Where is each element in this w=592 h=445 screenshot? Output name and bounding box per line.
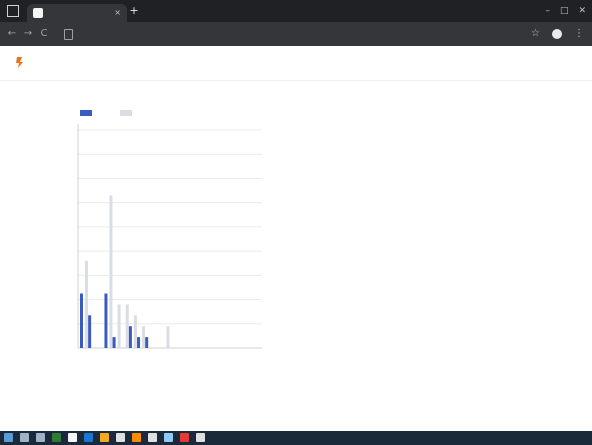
browser-tab[interactable]: ×	[27, 4, 127, 22]
search-icon[interactable]	[20, 433, 29, 442]
app-icon-3[interactable]	[84, 433, 93, 442]
window-controls: – □ ✕	[545, 4, 586, 18]
start-icon[interactable]	[4, 433, 13, 442]
app-icon-4[interactable]	[100, 433, 109, 442]
profile-avatar[interactable]	[552, 29, 562, 39]
app-logo-icon	[16, 57, 23, 68]
app-icon-1[interactable]	[52, 433, 61, 442]
browser-titlebar: × + – □ ✕	[0, 0, 592, 22]
app-brand[interactable]	[32, 57, 112, 69]
toolbar-actions: ☆ ⋮	[531, 27, 584, 41]
tab-favicon-icon	[33, 8, 43, 18]
header-right-link[interactable]	[526, 57, 586, 69]
maximize-button[interactable]: □	[560, 4, 569, 18]
app-icon-2[interactable]	[68, 433, 77, 442]
bar	[85, 260, 88, 348]
bar	[80, 293, 83, 348]
back-button[interactable]: ←	[6, 28, 18, 40]
app-icon-8[interactable]	[164, 433, 173, 442]
page-info-icon[interactable]	[64, 29, 73, 40]
bar	[145, 337, 149, 348]
new-tab-button[interactable]: +	[128, 5, 140, 17]
app-icon-9[interactable]	[180, 433, 189, 442]
task-view-icon[interactable]	[36, 433, 45, 442]
bar-chart	[0, 90, 300, 420]
app-icon-6[interactable]	[132, 433, 141, 442]
legend-swatch	[80, 110, 92, 116]
tab-close-icon[interactable]: ×	[114, 7, 121, 19]
bar	[137, 337, 141, 348]
header-center-text[interactable]	[276, 57, 386, 69]
bar	[125, 304, 129, 348]
browser-toolbar: ← → C ☆ ⋮	[0, 22, 592, 46]
os-taskbar	[0, 431, 592, 445]
close-button[interactable]: ✕	[578, 4, 586, 18]
browser-menu-icon[interactable]: ⋮	[574, 27, 584, 41]
app-header	[0, 46, 592, 81]
reload-button[interactable]: C	[38, 28, 50, 40]
bar	[104, 293, 108, 348]
tab-title	[47, 7, 107, 19]
app-icon-7[interactable]	[148, 433, 157, 442]
bar	[142, 326, 146, 348]
bar	[88, 315, 92, 348]
bar	[109, 195, 113, 348]
bar	[133, 315, 137, 348]
minimize-button[interactable]: –	[545, 4, 550, 18]
bar	[112, 337, 116, 348]
legend-swatch	[120, 110, 132, 116]
bar-chart-svg	[77, 110, 262, 349]
bar	[128, 326, 132, 348]
bookmark-star-icon[interactable]: ☆	[531, 27, 540, 41]
address-bar[interactable]	[62, 26, 502, 42]
bar	[117, 304, 121, 348]
forward-button[interactable]: →	[22, 28, 34, 40]
app-icon-5[interactable]	[116, 433, 125, 442]
app-icon-10[interactable]	[196, 433, 205, 442]
bar	[166, 326, 170, 348]
url-text[interactable]	[80, 28, 460, 40]
window-icon	[7, 5, 19, 17]
